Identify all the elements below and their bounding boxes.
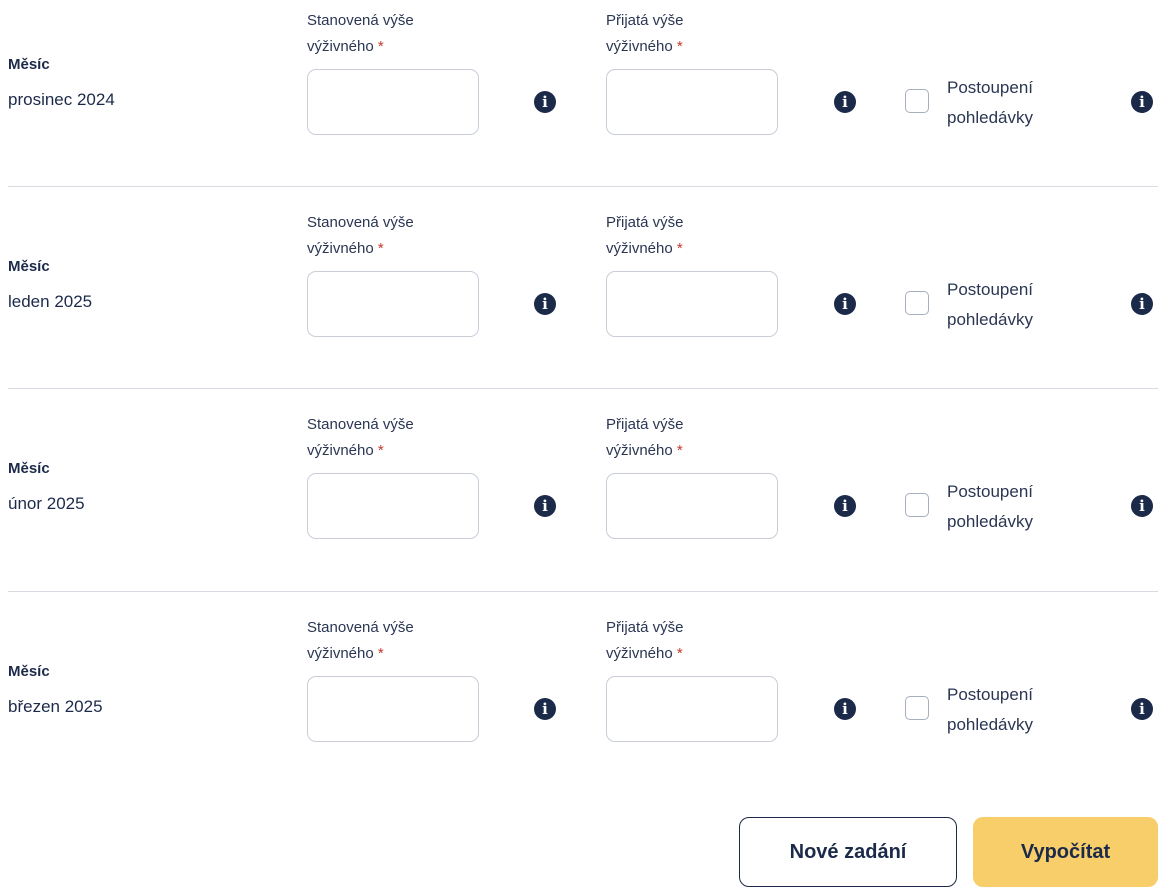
assignment-label-line1: Postoupení [947, 280, 1034, 299]
info-icon[interactable]: i [1131, 698, 1153, 720]
month-row: Měsíc leden 2025 Stanovená výše výživnéh… [0, 202, 1158, 388]
required-marker: * [676, 645, 683, 662]
received-amount-label: Přijatá výše výživného * [606, 210, 806, 262]
set-amount-input[interactable] [307, 473, 479, 539]
received-amount-label: Přijatá výše výživného * [606, 615, 806, 667]
received-amount-label-line2: výživného [606, 38, 673, 55]
set-amount-label-line2: výživného [307, 645, 374, 662]
assignment-label[interactable]: Postoupení pohledávky [947, 275, 1087, 335]
received-amount-label: Přijatá výše výživného * [606, 8, 806, 60]
month-label: Měsíc [8, 258, 50, 275]
assignment-checkbox[interactable] [905, 291, 929, 315]
assignment-checkbox[interactable] [905, 696, 929, 720]
assignment-label[interactable]: Postoupení pohledávky [947, 477, 1087, 537]
set-amount-label-line1: Stanovená výše [307, 619, 414, 636]
info-icon[interactable]: i [534, 495, 556, 517]
assignment-label-line2: pohledávky [947, 715, 1034, 734]
month-row: Měsíc prosinec 2024 Stanovená výše výživ… [0, 0, 1158, 186]
info-icon[interactable]: i [834, 293, 856, 315]
month-row: Měsíc únor 2025 Stanovená výše výživného… [0, 404, 1158, 590]
month-value: únor 2025 [8, 494, 85, 513]
assignment-label-line2: pohledávky [947, 512, 1034, 531]
calculate-button[interactable]: Vypočítat [973, 817, 1158, 887]
received-amount-input[interactable] [606, 473, 778, 539]
received-amount-input[interactable] [606, 676, 778, 742]
required-marker: * [676, 240, 683, 257]
required-marker: * [377, 442, 384, 459]
required-marker: * [377, 645, 384, 662]
set-amount-input[interactable] [307, 69, 479, 135]
row-divider [8, 591, 1158, 592]
row-divider [8, 186, 1158, 187]
received-amount-input[interactable] [606, 69, 778, 135]
row-divider [8, 388, 1158, 389]
assignment-label-line2: pohledávky [947, 310, 1034, 329]
set-amount-label-line2: výživného [307, 442, 374, 459]
assignment-label-line1: Postoupení [947, 482, 1034, 501]
month-value: prosinec 2024 [8, 90, 115, 109]
new-entry-button[interactable]: Nové zadání [739, 817, 957, 887]
info-icon[interactable]: i [534, 698, 556, 720]
assignment-label[interactable]: Postoupení pohledávky [947, 73, 1087, 133]
received-amount-label-line1: Přijatá výše [606, 619, 684, 636]
info-icon[interactable]: i [1131, 91, 1153, 113]
month-label: Měsíc [8, 56, 50, 73]
set-amount-label-line1: Stanovená výše [307, 214, 414, 231]
assignment-checkbox[interactable] [905, 89, 929, 113]
info-icon[interactable]: i [534, 91, 556, 113]
received-amount-input[interactable] [606, 271, 778, 337]
month-value: březen 2025 [8, 697, 103, 716]
set-amount-label: Stanovená výše výživného * [307, 615, 507, 667]
info-icon[interactable]: i [834, 698, 856, 720]
received-amount-label-line1: Přijatá výše [606, 12, 684, 29]
assignment-label[interactable]: Postoupení pohledávky [947, 680, 1087, 740]
set-amount-label: Stanovená výše výživného * [307, 210, 507, 262]
received-amount-label-line2: výživného [606, 240, 673, 257]
received-amount-label-line2: výživného [606, 645, 673, 662]
info-icon[interactable]: i [834, 91, 856, 113]
info-icon[interactable]: i [1131, 495, 1153, 517]
set-amount-label: Stanovená výše výživného * [307, 412, 507, 464]
required-marker: * [377, 240, 384, 257]
required-marker: * [676, 38, 683, 55]
month-label: Měsíc [8, 460, 50, 477]
month-row: Měsíc březen 2025 Stanovená výše výživné… [0, 607, 1158, 793]
info-icon[interactable]: i [534, 293, 556, 315]
month-value: leden 2025 [8, 292, 93, 311]
set-amount-label-line2: výživného [307, 240, 374, 257]
assignment-label-line1: Postoupení [947, 78, 1034, 97]
set-amount-label: Stanovená výše výživného * [307, 8, 507, 60]
assignment-label-line2: pohledávky [947, 108, 1034, 127]
set-amount-input[interactable] [307, 271, 479, 337]
required-marker: * [676, 442, 683, 459]
info-icon[interactable]: i [1131, 293, 1153, 315]
set-amount-label-line1: Stanovená výše [307, 416, 414, 433]
month-label: Měsíc [8, 663, 50, 680]
received-amount-label-line2: výživného [606, 442, 673, 459]
info-icon[interactable]: i [834, 495, 856, 517]
alimony-calculator-form: Měsíc prosinec 2024 Stanovená výše výživ… [0, 0, 1158, 888]
set-amount-label-line2: výživného [307, 38, 374, 55]
assignment-label-line1: Postoupení [947, 685, 1034, 704]
required-marker: * [377, 38, 384, 55]
received-amount-label: Přijatá výše výživného * [606, 412, 806, 464]
set-amount-label-line1: Stanovená výše [307, 12, 414, 29]
received-amount-label-line1: Přijatá výše [606, 214, 684, 231]
set-amount-input[interactable] [307, 676, 479, 742]
assignment-checkbox[interactable] [905, 493, 929, 517]
received-amount-label-line1: Přijatá výše [606, 416, 684, 433]
